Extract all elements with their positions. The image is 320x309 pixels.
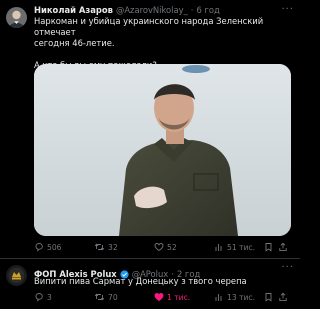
like-button[interactable]: 1 тис. [154, 292, 214, 302]
views-button[interactable]: 51 тис. [214, 242, 264, 252]
separator: · [190, 5, 194, 15]
reply-icon [35, 293, 43, 302]
like-count: 52 [167, 242, 177, 252]
share-button[interactable] [278, 292, 290, 302]
views-button[interactable]: 13 тис. [214, 292, 264, 302]
reply-icon [35, 243, 43, 252]
like-icon [154, 293, 164, 302]
tweet-text: Випити пива Сармат у Донецьку з твого че… [34, 276, 247, 286]
reply-count: 3 [47, 292, 52, 302]
retweet-count: 32 [108, 242, 118, 252]
share-icon [279, 242, 287, 252]
reply-button[interactable]: 3 [34, 292, 94, 302]
like-icon [154, 243, 164, 252]
bookmark-button[interactable] [264, 292, 278, 302]
share-icon [279, 292, 287, 302]
reply-button[interactable]: 506 [34, 242, 94, 252]
retweet-icon [94, 243, 105, 251]
retweet-button[interactable]: 70 [94, 292, 154, 302]
author-avatar[interactable] [6, 265, 27, 286]
tweet-text: Наркоман и убийца украинского народа Зел… [34, 16, 296, 71]
author-name[interactable]: Николай Азаров [34, 5, 113, 15]
tweet-divider [0, 258, 300, 259]
retweet-button[interactable]: 32 [94, 242, 154, 252]
views-icon [215, 244, 222, 251]
views-icon [215, 294, 222, 301]
like-count: 1 тис. [167, 292, 191, 302]
like-button[interactable]: 52 [154, 242, 214, 252]
more-options-button[interactable]: ··· [281, 262, 294, 273]
tweet-photo[interactable] [34, 64, 291, 236]
view-count: 13 тис. [227, 292, 256, 302]
view-count: 51 тис. [227, 242, 256, 252]
retweet-icon [94, 293, 105, 301]
author-handle[interactable]: @AzarovNikolay_ [116, 5, 188, 15]
author-avatar[interactable] [6, 7, 27, 28]
tweet-1-actions: 506 32 52 51 тис. [34, 242, 296, 252]
retweet-count: 70 [108, 292, 118, 302]
bookmark-icon [265, 293, 272, 302]
post-time[interactable]: 6 год [196, 5, 219, 15]
bookmark-icon [265, 243, 272, 252]
tweet-text-line: Наркоман и убийца украинского народа Зел… [34, 16, 264, 37]
bookmark-button[interactable] [264, 242, 278, 252]
share-button[interactable] [278, 242, 290, 252]
reply-count: 506 [47, 242, 62, 252]
tweet-text-line: сегодня 46-летие. [34, 38, 115, 48]
tweet-2-actions: 3 70 1 тис. 13 тис. [34, 292, 296, 302]
more-options-button[interactable]: ··· [281, 4, 294, 15]
